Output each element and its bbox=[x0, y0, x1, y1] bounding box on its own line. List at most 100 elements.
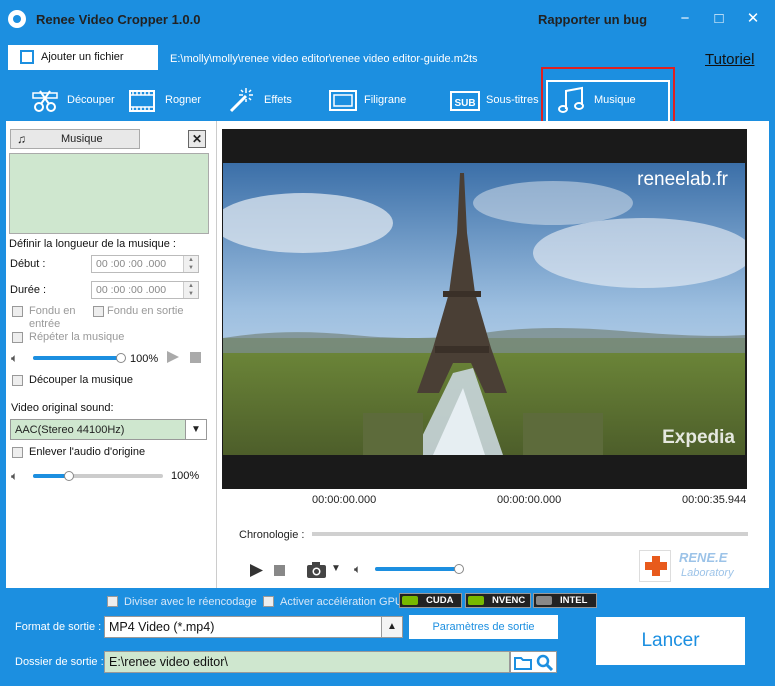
logo-line2: Laboratory bbox=[681, 567, 734, 579]
music-note-small-icon: ♫ bbox=[17, 132, 26, 146]
start-time-field[interactable]: 00 :00 :00 .000 ▲ ▼ bbox=[91, 255, 199, 273]
split-encoding-checkbox[interactable] bbox=[107, 596, 118, 607]
play-icon[interactable] bbox=[249, 563, 264, 578]
orig-volume-thumb[interactable] bbox=[64, 471, 74, 481]
tab-rogner-label: Rogner bbox=[165, 94, 202, 106]
music-stop-icon[interactable] bbox=[190, 352, 201, 363]
fade-in-label: Fondu en entrée bbox=[29, 305, 76, 330]
search-icon[interactable] bbox=[536, 654, 554, 671]
tab-filigrane[interactable]: Filigrane bbox=[328, 80, 418, 120]
chevron-down-icon[interactable]: ▲ bbox=[381, 617, 402, 637]
start-time-stepper[interactable]: ▲ ▼ bbox=[183, 256, 198, 272]
output-format-select[interactable]: MP4 Video (*.mp4) ▲ bbox=[104, 616, 403, 638]
orig-sound-select[interactable]: AAC(Stereo 44100Hz) ▼ bbox=[10, 419, 207, 440]
duration-field[interactable]: 00 :00 :00 .000 ▲ ▼ bbox=[91, 281, 199, 299]
app-logo-icon bbox=[8, 10, 26, 28]
app-title: Renee Video Cropper 1.0.0 bbox=[36, 12, 201, 27]
launch-button[interactable]: Lancer bbox=[596, 617, 745, 665]
nvenc-badge: NVENC bbox=[465, 593, 531, 608]
fade-out-label: Fondu en sortie bbox=[107, 305, 184, 317]
svg-text:SUB: SUB bbox=[454, 98, 475, 109]
chevron-down-icon[interactable]: ▼ bbox=[185, 420, 206, 439]
orig-volume-text: 100% bbox=[171, 470, 200, 482]
intel-icon bbox=[536, 596, 552, 605]
intel-badge: INTEL bbox=[533, 593, 597, 608]
add-file-button[interactable]: Ajouter un fichier bbox=[8, 45, 158, 70]
stop-icon[interactable] bbox=[274, 565, 285, 576]
destination-field[interactable]: E:\renee video editor\ bbox=[104, 651, 510, 673]
video-watermark: reneelab.fr bbox=[637, 169, 729, 190]
remove-audio-label: Enlever l'audio d'origine bbox=[29, 446, 146, 458]
music-list[interactable] bbox=[9, 153, 209, 234]
music-play-icon[interactable] bbox=[166, 350, 180, 364]
tab-decouper[interactable]: Découper bbox=[30, 80, 120, 120]
time-current: 00:00:00.000 bbox=[497, 494, 562, 506]
output-settings-button[interactable]: Paramètres de sortie bbox=[409, 615, 558, 639]
nvidia-icon bbox=[402, 596, 418, 605]
tab-decouper-label: Découper bbox=[67, 94, 115, 106]
orig-sound-value: AAC(Stereo 44100Hz) bbox=[15, 424, 125, 436]
start-label: Début : bbox=[10, 258, 46, 270]
intel-label: INTEL bbox=[560, 595, 588, 606]
watermark-icon bbox=[329, 90, 357, 111]
time-start: 00:00:00.000 bbox=[312, 494, 377, 506]
player-speaker-icon: 🔈︎ bbox=[354, 562, 362, 576]
orig-sound-label: Video original sound: bbox=[11, 402, 114, 414]
add-file-label: Ajouter un fichier bbox=[41, 51, 124, 63]
close-window-button[interactable]: ✕ bbox=[742, 8, 764, 30]
add-file-icon bbox=[20, 50, 34, 64]
timeline-label: Chronologie : bbox=[239, 529, 305, 541]
cuda-label: CUDA bbox=[426, 595, 454, 606]
duration-value: 00 :00 :00 .000 bbox=[96, 284, 167, 296]
folder-icon[interactable] bbox=[514, 655, 532, 670]
add-music-button[interactable]: ♫ Musique bbox=[10, 129, 140, 149]
gpu-accel-checkbox[interactable] bbox=[263, 596, 274, 607]
gpu-accel-label: Activer accélération GPU bbox=[280, 596, 403, 608]
format-label: Format de sortie : bbox=[15, 621, 102, 633]
nvenc-label: NVENC bbox=[492, 595, 526, 606]
crop-icon bbox=[129, 90, 155, 112]
first-aid-icon bbox=[639, 550, 671, 582]
time-end: 00:00:35.944 bbox=[682, 494, 747, 506]
player-volume-fill bbox=[375, 567, 459, 571]
file-path: E:\molly\molly\renee video editor\renee … bbox=[170, 53, 478, 65]
tab-highlight-frame bbox=[541, 67, 675, 127]
timeline-track[interactable] bbox=[312, 532, 748, 536]
remove-music-button[interactable]: ✕ bbox=[188, 130, 206, 148]
start-time-value: 00 :00 :00 .000 bbox=[96, 258, 167, 270]
duration-stepper[interactable]: ▲ ▼ bbox=[183, 282, 198, 298]
repeat-label: Répéter la musique bbox=[29, 331, 125, 343]
repeat-checkbox[interactable] bbox=[12, 332, 23, 343]
speaker-icon: 🔈︎ bbox=[11, 469, 19, 483]
music-volume-text: 100% bbox=[130, 353, 159, 365]
tab-effets[interactable]: Effets bbox=[226, 80, 306, 120]
destination-value: E:\renee video editor\ bbox=[109, 655, 228, 669]
music-volume-thumb[interactable] bbox=[116, 353, 126, 363]
maximize-button[interactable]: □ bbox=[708, 8, 730, 30]
subtitle-icon: SUB bbox=[450, 91, 480, 111]
snapshot-dropdown-icon[interactable]: ▼ bbox=[331, 563, 341, 574]
player-volume-thumb[interactable] bbox=[454, 564, 464, 574]
speaker-icon: 🔈︎ bbox=[11, 351, 19, 365]
tab-sous-titres[interactable]: SUB Sous-titres bbox=[450, 80, 545, 120]
music-length-title: Définir la longueur de la musique : bbox=[9, 238, 176, 250]
destination-buttons bbox=[510, 651, 557, 673]
fade-out-checkbox[interactable] bbox=[93, 306, 104, 317]
logo-line1: RENE.E bbox=[679, 550, 728, 565]
video-frame: reneelab.fr Expedia bbox=[223, 163, 745, 455]
report-bug-link[interactable]: Rapporter un bug bbox=[538, 12, 647, 27]
add-music-label: Musique bbox=[61, 133, 103, 145]
tutorial-link[interactable]: Tutoriel bbox=[705, 51, 754, 68]
tab-rogner[interactable]: Rogner bbox=[127, 80, 207, 120]
music-volume-fill bbox=[33, 356, 121, 360]
output-format-value: MP4 Video (*.mp4) bbox=[109, 620, 215, 634]
remove-audio-checkbox[interactable] bbox=[12, 447, 23, 458]
tab-effets-label: Effets bbox=[264, 94, 292, 106]
camera-icon[interactable] bbox=[306, 561, 328, 579]
minimize-button[interactable]: − bbox=[674, 8, 696, 30]
nvidia-icon bbox=[468, 596, 484, 605]
destination-label: Dossier de sortie : bbox=[15, 656, 104, 668]
cut-music-checkbox[interactable] bbox=[12, 375, 23, 386]
renee-logo: RENE.E Laboratory bbox=[637, 548, 747, 584]
fade-in-checkbox[interactable] bbox=[12, 306, 23, 317]
